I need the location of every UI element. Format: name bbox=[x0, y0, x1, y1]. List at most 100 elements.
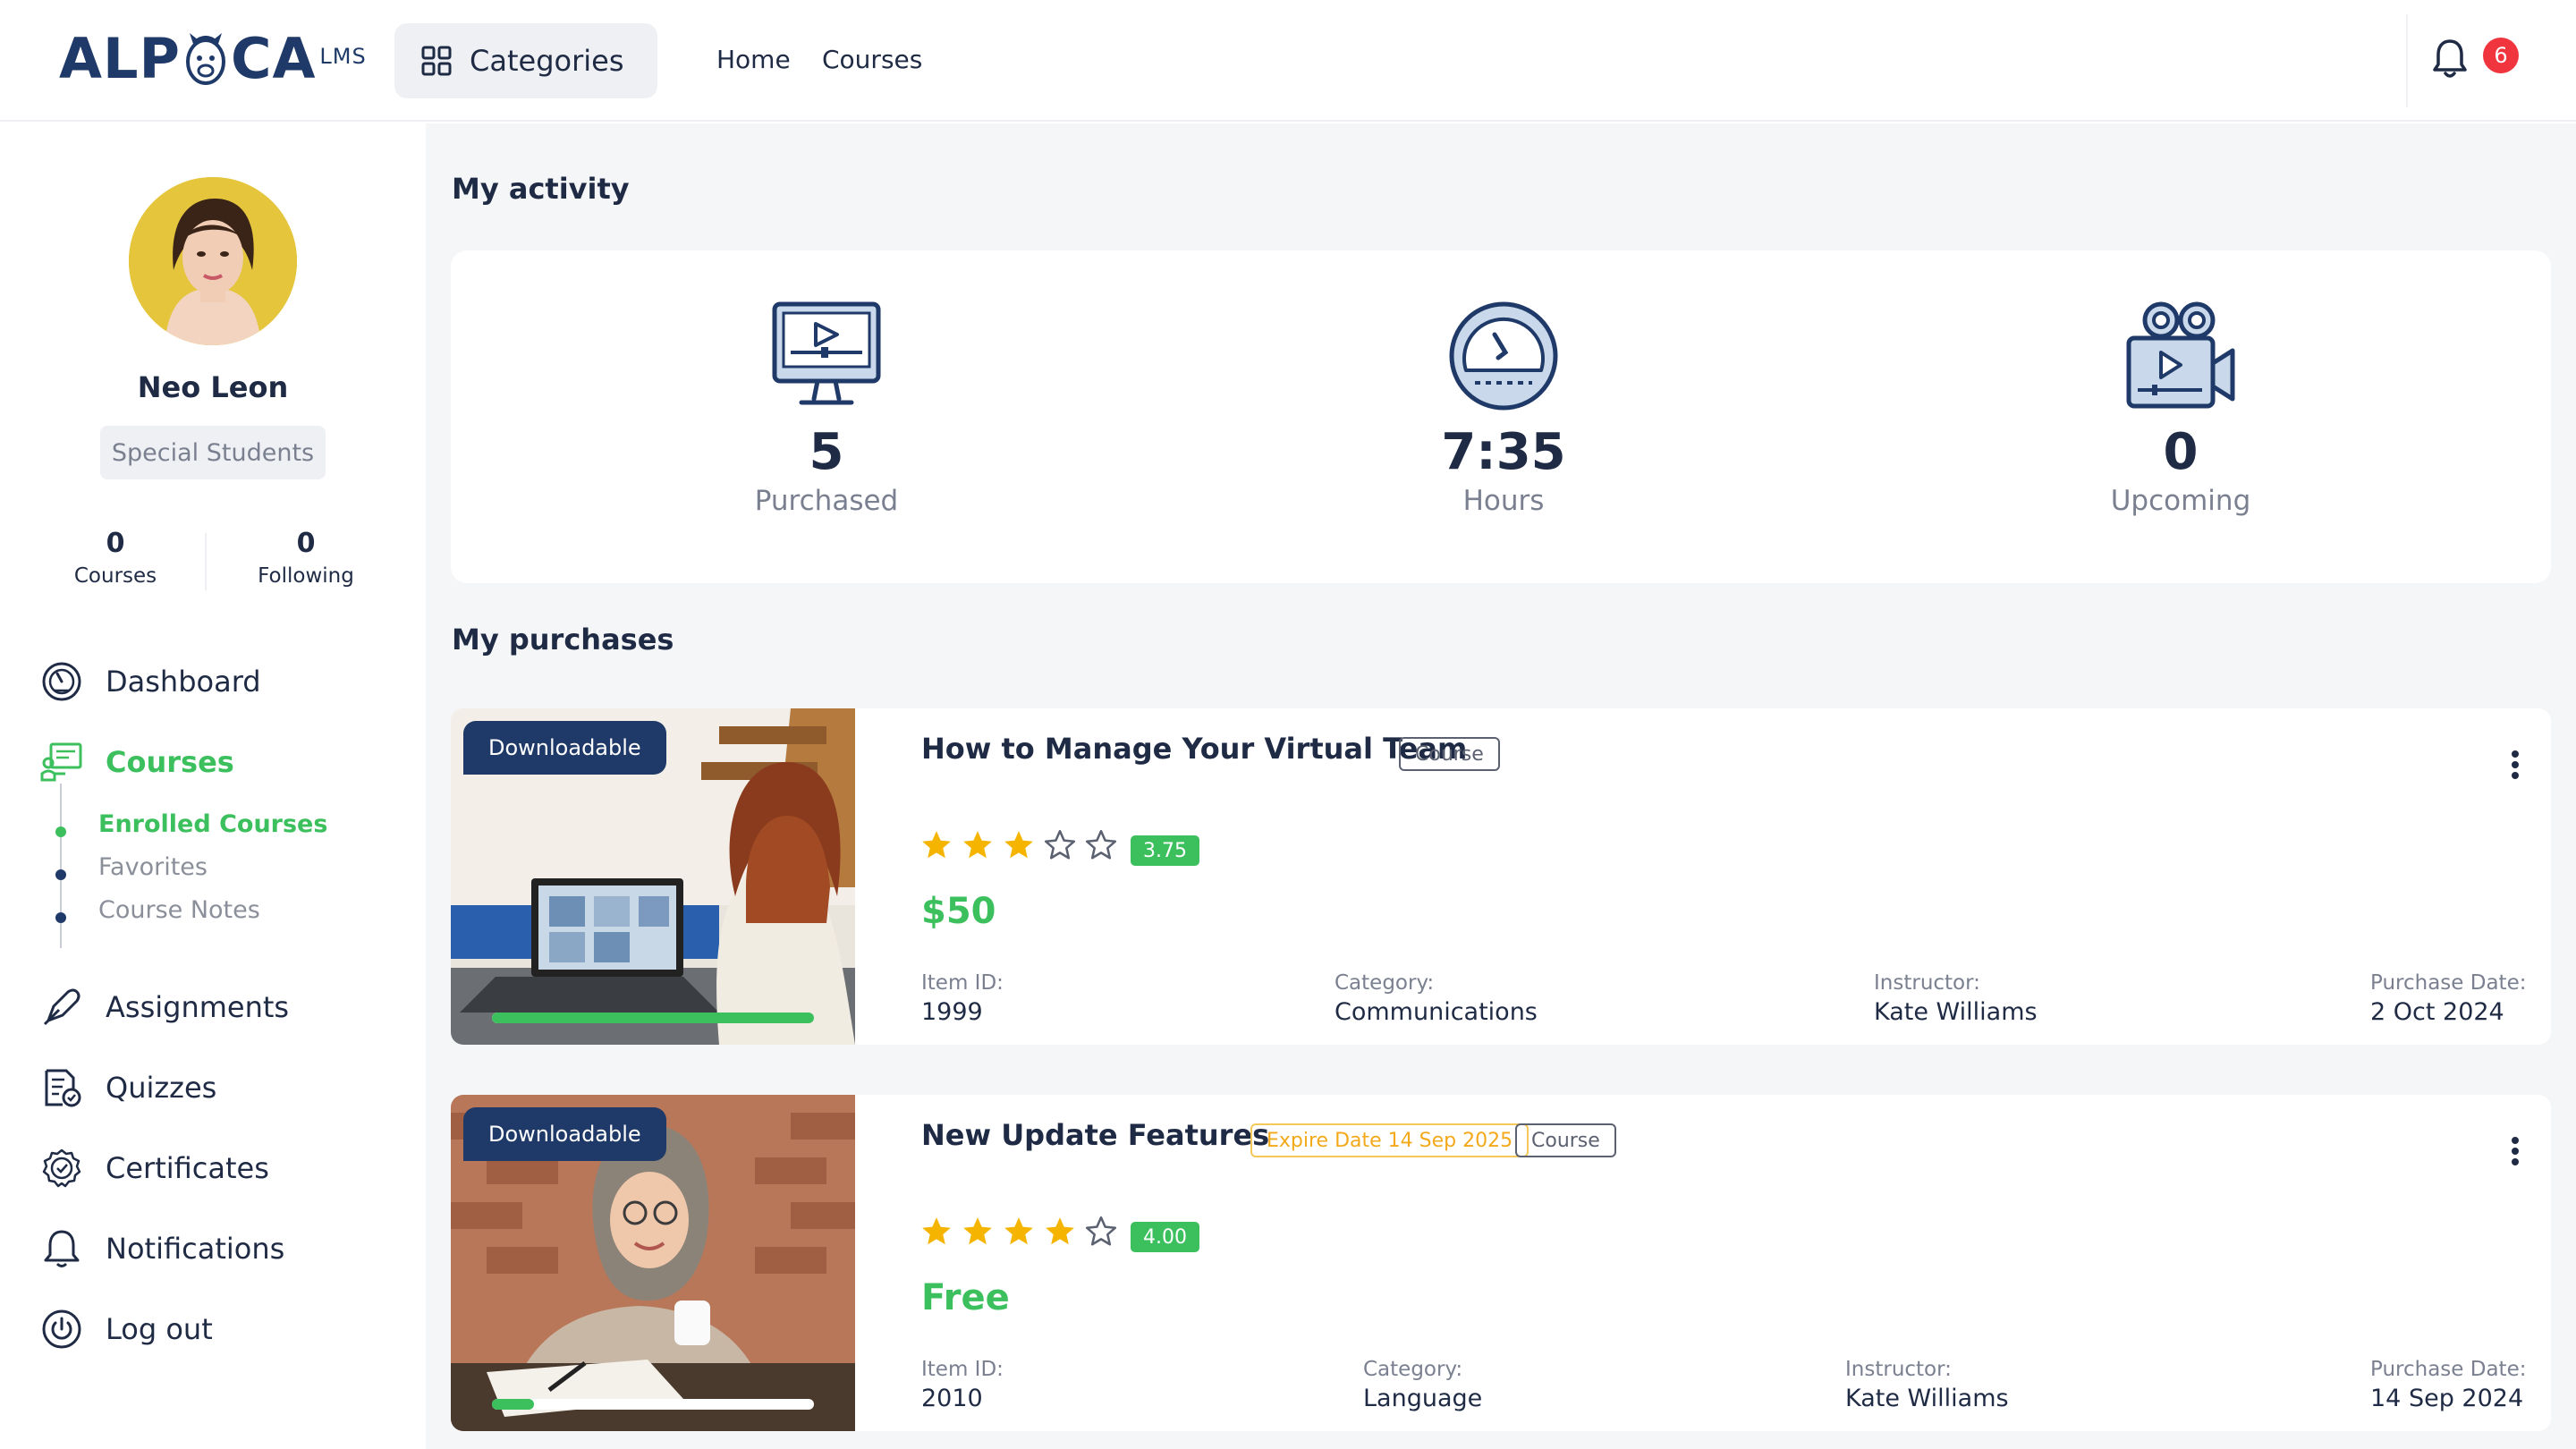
alpaca-face-icon bbox=[185, 33, 225, 85]
course-price: Free bbox=[921, 1277, 1010, 1318]
my-activity-title: My activity bbox=[452, 172, 630, 206]
star-empty-icon bbox=[1085, 1216, 1117, 1246]
rating-badge: 3.75 bbox=[1131, 835, 1199, 866]
bell-icon[interactable] bbox=[2431, 38, 2469, 79]
menu-quizzes[interactable]: Quizzes bbox=[39, 1063, 216, 1112]
main-content: My activity 5 Purchased 7:35 Hours 0 Upc… bbox=[426, 123, 2576, 1449]
sidebar: Neo Leon Special Students 0 Courses 0 Fo… bbox=[0, 123, 426, 1449]
meta-instructor: Instructor: Kate Williams bbox=[1845, 1358, 2009, 1412]
logo-suffix: LMS bbox=[319, 44, 367, 69]
course-title[interactable]: New Update Features bbox=[921, 1118, 1269, 1152]
menu-notifications[interactable]: Notifications bbox=[39, 1224, 284, 1273]
activity-hours-label: Hours bbox=[1462, 485, 1545, 517]
stat-following-label: Following bbox=[258, 564, 354, 588]
star-filled-icon bbox=[922, 831, 951, 859]
user-role-badge: Special Students bbox=[100, 426, 326, 479]
avatar[interactable] bbox=[129, 177, 297, 345]
submenu-dot bbox=[55, 869, 66, 880]
meta-value: Language bbox=[1363, 1385, 1483, 1412]
star-filled-icon bbox=[963, 831, 992, 859]
certificate-badge-icon bbox=[39, 1146, 84, 1191]
meta-value: Communications bbox=[1335, 998, 1538, 1026]
submenu-favorites[interactable]: Favorites bbox=[98, 853, 208, 881]
downloadable-badge: Downloadable bbox=[463, 721, 666, 775]
submenu-dot bbox=[55, 912, 66, 923]
star-filled-icon bbox=[1004, 1217, 1033, 1245]
star-filled-icon bbox=[963, 1217, 992, 1245]
menu-assignments[interactable]: Assignments bbox=[39, 983, 289, 1031]
menu-courses[interactable]: Courses bbox=[39, 738, 234, 786]
meta-label: Instructor: bbox=[1845, 1358, 1952, 1381]
more-options-icon[interactable] bbox=[2510, 1136, 2521, 1166]
stat-divider bbox=[205, 533, 207, 590]
course-type-tag: Course bbox=[1515, 1123, 1616, 1157]
meta-label: Item ID: bbox=[921, 971, 1004, 995]
menu-courses-label: Courses bbox=[106, 745, 234, 779]
rating-stars bbox=[919, 1215, 1118, 1249]
meta-value: 1999 bbox=[921, 998, 983, 1026]
video-camera-icon bbox=[2126, 301, 2235, 409]
meta-value: Kate Williams bbox=[1845, 1385, 2009, 1412]
course-thumbnail[interactable]: Downloadable bbox=[451, 708, 855, 1045]
logo-wordmark: ALP CA LMS bbox=[59, 25, 367, 93]
star-empty-icon bbox=[1085, 829, 1117, 860]
stat-following-value: 0 bbox=[296, 528, 316, 559]
stat-courses-value: 0 bbox=[106, 528, 125, 559]
activity-upcoming: 0 Upcoming bbox=[2020, 301, 2342, 517]
rating-stars bbox=[919, 828, 1118, 862]
meta-category: Category: Communications bbox=[1335, 971, 1538, 1026]
course-thumbnail[interactable]: Downloadable bbox=[451, 1095, 855, 1431]
activity-panel: 5 Purchased 7:35 Hours 0 Upcoming bbox=[451, 250, 2551, 583]
course-title[interactable]: How to Manage Your Virtual Team bbox=[921, 732, 1467, 766]
nav-home-link[interactable]: Home bbox=[716, 45, 791, 74]
menu-dashboard-label: Dashboard bbox=[106, 665, 261, 699]
meta-value: 14 Sep 2024 bbox=[2370, 1385, 2524, 1412]
activity-purchased-value: 5 bbox=[809, 423, 844, 481]
pen-icon bbox=[39, 985, 84, 1030]
nav-courses-link[interactable]: Courses bbox=[822, 45, 922, 74]
stat-following: 0 Following bbox=[225, 528, 386, 588]
submenu-course-notes[interactable]: Course Notes bbox=[98, 896, 260, 924]
meta-label: Category: bbox=[1335, 971, 1435, 995]
notification-count-badge[interactable]: 6 bbox=[2483, 38, 2519, 73]
meta-item-id: Item ID: 2010 bbox=[921, 1358, 1004, 1412]
progress-bar-fill bbox=[492, 1399, 534, 1410]
course-type-tag: Course bbox=[1399, 737, 1500, 771]
user-name: Neo Leon bbox=[137, 370, 289, 404]
activity-purchased-label: Purchased bbox=[754, 485, 899, 517]
meta-item-id: Item ID: 1999 bbox=[921, 971, 1004, 1026]
meta-label: Category: bbox=[1363, 1358, 1463, 1381]
menu-dashboard[interactable]: Dashboard bbox=[39, 657, 261, 706]
rating-badge: 4.00 bbox=[1131, 1222, 1199, 1252]
progress-bar bbox=[492, 1013, 814, 1023]
grid-icon bbox=[421, 46, 452, 76]
purchase-card[interactable]: Downloadable New Update Features Expire … bbox=[451, 1095, 2551, 1431]
alpaca-lms-logo[interactable]: ALP CA LMS bbox=[59, 28, 367, 93]
menu-logout[interactable]: Log out bbox=[39, 1305, 213, 1353]
menu-certificates[interactable]: Certificates bbox=[39, 1144, 269, 1192]
expire-date-tag: Expire Date 14 Sep 2025 bbox=[1250, 1123, 1530, 1157]
activity-purchased: 5 Purchased bbox=[665, 301, 987, 517]
star-filled-icon bbox=[1004, 831, 1033, 859]
user-portrait-icon bbox=[129, 177, 297, 345]
meta-value: Kate Williams bbox=[1874, 998, 2038, 1026]
categories-button[interactable]: Categories bbox=[394, 23, 657, 98]
activity-upcoming-label: Upcoming bbox=[2110, 485, 2251, 517]
submenu-line bbox=[60, 784, 62, 948]
activity-upcoming-value: 0 bbox=[2163, 423, 2199, 481]
course-price: $50 bbox=[921, 891, 996, 932]
categories-label: Categories bbox=[470, 44, 624, 78]
menu-certificates-label: Certificates bbox=[106, 1151, 269, 1185]
submenu-enrolled-courses[interactable]: Enrolled Courses bbox=[98, 810, 327, 838]
menu-notifications-label: Notifications bbox=[106, 1232, 285, 1266]
meta-value: 2 Oct 2024 bbox=[2370, 998, 2504, 1026]
logo-text-left: ALP bbox=[59, 26, 181, 91]
activity-hours-value: 7:35 bbox=[1441, 423, 1566, 481]
header-divider bbox=[2406, 14, 2408, 107]
more-options-icon[interactable] bbox=[2510, 750, 2521, 780]
meta-instructor: Instructor: Kate Williams bbox=[1874, 971, 2038, 1026]
courses-board-icon bbox=[39, 740, 84, 784]
meta-purchase-date: Purchase Date: 2 Oct 2024 bbox=[2370, 971, 2526, 1026]
purchase-card[interactable]: Downloadable How to Manage Your Virtual … bbox=[451, 708, 2551, 1045]
stat-courses: 0 Courses bbox=[35, 528, 196, 588]
